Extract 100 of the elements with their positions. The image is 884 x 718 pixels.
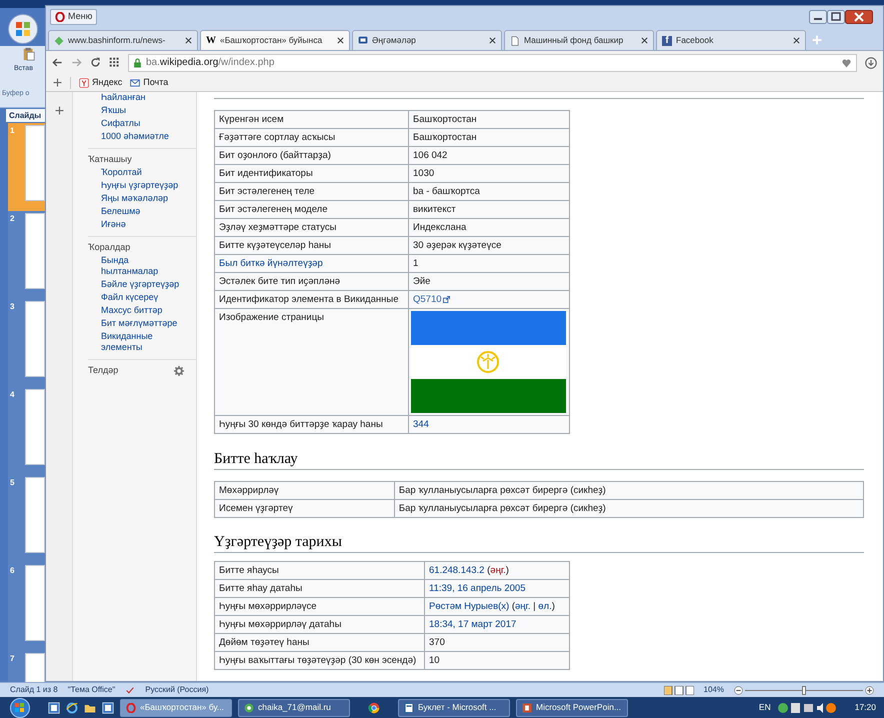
sidebar-link[interactable]: Махсус биттәр — [73, 304, 191, 317]
plus-icon[interactable] — [53, 78, 62, 87]
sidebar-link[interactable]: Бында һылтанмалар — [73, 254, 191, 278]
slides-tab[interactable]: Слайды — [6, 109, 46, 122]
language-indicator[interactable]: EN — [758, 701, 771, 714]
paste-icon[interactable] — [22, 46, 36, 62]
plus-icon[interactable] — [54, 106, 64, 115]
browser-tab[interactable]: Әңгәмәләр — [352, 30, 502, 50]
table-cell: Бар ҡулланыусыларға рөхсәт бирергә (сикһеҙ) — [394, 482, 864, 500]
link[interactable]: Рөстәм Нурыев(х) — [429, 600, 510, 612]
slide-number: 4 — [9, 389, 16, 401]
sidebar-link[interactable]: Һуңғы үҙгәртеүҙәр — [73, 179, 191, 192]
sidebar-link[interactable]: Ҡоролтай — [73, 166, 191, 179]
browser-tab[interactable]: f Facebook — [656, 30, 806, 50]
table-cell: 10 — [424, 652, 570, 670]
bookmark-link[interactable]: Почта — [130, 76, 168, 90]
slide-number: 6 — [9, 565, 16, 577]
favicon-letter: f — [662, 36, 672, 46]
link[interactable]: 11:39, 16 апрель 2005 — [429, 582, 526, 594]
sidebar-link[interactable]: Иғәнә — [73, 218, 191, 231]
link[interactable]: әңг. — [515, 600, 530, 612]
close-icon[interactable] — [793, 37, 800, 44]
browser-tab[interactable]: W «Башҡортостан» буйынса — [200, 30, 350, 50]
spellcheck-icon[interactable] — [125, 686, 136, 694]
tab-title[interactable]: www.bashinform.ru/news- — [68, 34, 181, 47]
bookmark-link[interactable]: Яндекс — [79, 76, 122, 90]
browser-icon[interactable] — [66, 702, 78, 714]
table-cell: Эстәлек бите тип иҫәпләнә — [214, 272, 408, 290]
chrome-icon[interactable] — [368, 702, 380, 714]
sidebar-link[interactable]: Бит мәғлүмәттәре — [73, 317, 191, 330]
taskbar-button[interactable]: Microsoft PowerPoin... — [516, 698, 628, 716]
tab-title[interactable]: «Башҡортостан» буйынса — [220, 34, 333, 47]
sidebar-link[interactable]: Викиданные элементы — [73, 330, 191, 354]
heart-icon[interactable] — [841, 58, 852, 68]
slide-thumbnail-row[interactable]: 6 — [8, 563, 45, 651]
table-cell: 106 042 — [408, 146, 570, 164]
slide-thumbnail[interactable] — [25, 125, 45, 201]
browser-tab[interactable]: Машинный фонд башкир — [504, 30, 654, 50]
sidebar-link[interactable]: 1000 әһәмиәтле — [73, 130, 191, 143]
tab-title[interactable]: Facebook — [676, 34, 789, 47]
slide-thumbnail[interactable] — [25, 213, 45, 289]
external-link-icon — [442, 296, 450, 303]
sidebar-link[interactable]: Бәйле үҙгәртеүҙәр — [73, 278, 191, 291]
close-icon[interactable] — [845, 10, 873, 24]
clock-time[interactable]: 17:20 — [854, 701, 876, 714]
zoom-in-icon[interactable] — [865, 686, 874, 694]
table-cell: Бит эстәлегенең теле — [214, 182, 408, 200]
table-cell: Битте яһаусы — [214, 562, 424, 580]
office-button[interactable] — [8, 14, 38, 44]
taskbar-button[interactable]: chaika_71@mail.ru — [238, 698, 350, 716]
slider-thumb[interactable] — [802, 686, 806, 694]
zoom-out-icon[interactable] — [734, 686, 743, 694]
tab-title[interactable]: Машинный фонд башкир — [524, 34, 637, 47]
slide-thumbnail-row[interactable]: 2 — [8, 211, 45, 299]
table-cell: Идентификатор элемента в Викиданные — [214, 290, 408, 308]
slide-thumbnail[interactable] — [25, 389, 45, 465]
grid-icon[interactable] — [109, 57, 120, 68]
sidebar-link[interactable]: Яҡшы — [73, 104, 191, 117]
sidebar-link[interactable]: Белешмә — [73, 205, 191, 218]
browser-tab[interactable]: www.bashinform.ru/news- — [48, 30, 198, 50]
slide-thumbnail[interactable] — [25, 565, 45, 641]
minimize-icon[interactable] — [809, 10, 827, 24]
slide-thumbnail-row[interactable]: 3 — [8, 299, 45, 387]
settings-icon[interactable] — [174, 366, 184, 376]
slide-thumbnail-row[interactable]: 7 — [8, 651, 45, 682]
reload-icon[interactable] — [90, 57, 101, 68]
link[interactable]: Был биткә йүнәлтеүҙәр — [214, 254, 408, 272]
sidebar-heading: Ҡоралдар — [87, 241, 132, 253]
table-cell: Мөхәррирләү — [214, 482, 394, 500]
close-icon[interactable] — [641, 37, 648, 44]
download-icon[interactable] — [865, 56, 877, 68]
sidebar-link[interactable]: Яңы мәҡәләләр — [73, 192, 191, 205]
link[interactable]: әңг. — [490, 564, 506, 576]
menu-button[interactable]: Меню — [50, 9, 98, 25]
link[interactable]: 61.248.143.2 — [429, 564, 484, 576]
maximize-icon[interactable] — [827, 10, 845, 24]
link[interactable]: өл. — [538, 600, 552, 612]
close-icon[interactable] — [185, 37, 192, 44]
sidebar-link[interactable]: Һайланған — [73, 92, 191, 104]
close-icon[interactable] — [489, 37, 496, 44]
link[interactable]: Q5710 — [413, 294, 450, 306]
slide-thumbnail[interactable] — [25, 301, 45, 377]
slide-number: 7 — [9, 653, 16, 665]
back-icon[interactable] — [52, 57, 63, 68]
sidebar-link[interactable]: Файл күсереү — [73, 291, 191, 304]
tab-title[interactable]: Әңгәмәләр — [372, 34, 485, 47]
link[interactable]: 18:34, 17 март 2017 — [429, 618, 516, 630]
sidebar-link[interactable]: Сифатлы — [73, 117, 191, 130]
app-icon[interactable] — [48, 702, 60, 714]
slide-thumbnail-row[interactable]: 5 — [8, 475, 45, 563]
slide-thumbnail-row[interactable]: 4 — [8, 387, 45, 475]
view-buttons-icon[interactable] — [664, 686, 694, 694]
app-icon[interactable] — [102, 702, 114, 714]
slide-thumbnail[interactable] — [25, 477, 45, 553]
address-field[interactable]: ba.wikipedia.org/w/index.php — [128, 54, 857, 72]
mail-icon — [244, 702, 254, 712]
taskbar-button[interactable]: Буклет - Microsoft ... — [398, 698, 510, 716]
close-icon[interactable] — [337, 37, 344, 44]
table-cell: Бит идентификаторы — [214, 164, 408, 182]
link[interactable]: 344 — [413, 418, 429, 430]
